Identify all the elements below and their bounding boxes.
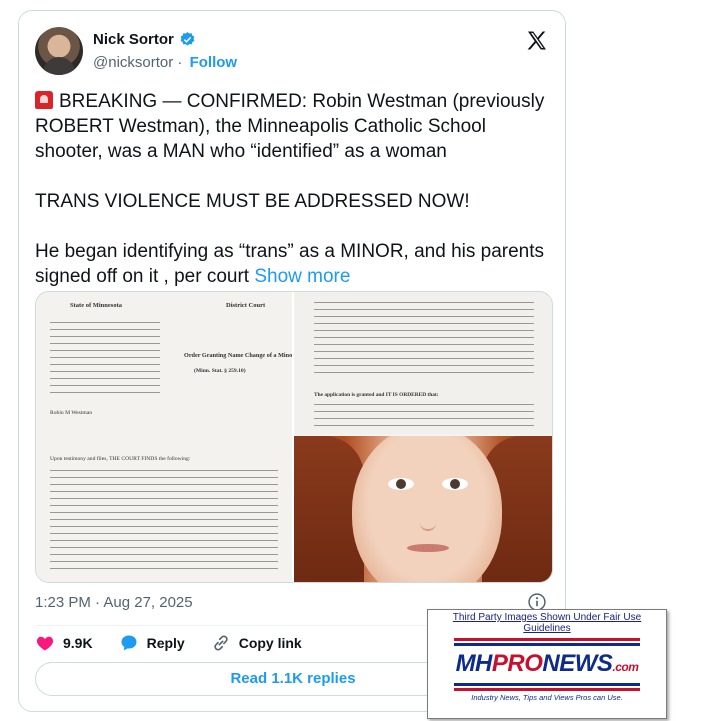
tweet-actions: 9.9K Reply Copy link	[35, 630, 302, 656]
copy-link-label: Copy link	[238, 635, 302, 651]
photo-eye-left	[388, 478, 414, 490]
like-count: 9.9K	[63, 635, 93, 651]
photo-face	[352, 436, 502, 582]
doc-granted: The application is granted and IT IS ORD…	[314, 392, 439, 398]
doc-title: Order Granting Name Change of a Minor	[184, 352, 295, 359]
mhpronews-watermark: Third Party Images Shown Under Fair Use …	[427, 609, 667, 719]
tweet-card: Nick Sortor @nicksortor · Follow BREAKIN…	[18, 10, 566, 712]
x-logo-icon[interactable]	[525, 29, 549, 53]
heart-icon	[36, 636, 54, 651]
doc-statute: (Minn. Stat. § 259.10)	[194, 368, 246, 374]
logo-mh: MH	[455, 650, 493, 677]
logo-com: .com	[612, 660, 639, 674]
show-more-link[interactable]: Show more	[254, 266, 350, 287]
court-document-right[interactable]: The application is granted and IT IS ORD…	[294, 292, 552, 434]
tweet-media[interactable]: State of Minnesota District Court Order …	[35, 291, 553, 583]
watermark-bar-top-2	[454, 643, 640, 646]
doc-court: District Court	[226, 302, 266, 309]
copy-link-button[interactable]: Copy link	[211, 633, 302, 653]
photo-eye-right	[442, 478, 468, 490]
doc-right-lines-2	[314, 404, 534, 432]
tweet-timestamp[interactable]: 1:23 PM · Aug 27, 2025	[35, 594, 193, 611]
reply-label: Reply	[146, 635, 185, 651]
watermark-bar-bottom	[454, 683, 640, 686]
doc-right-lines	[314, 302, 534, 379]
verified-badge-icon	[180, 32, 195, 46]
author-handle-row: @nicksortor · Follow	[93, 54, 237, 71]
photo-nose	[420, 501, 436, 531]
doc-state: State of Minnesota	[70, 302, 122, 309]
author-handle[interactable]: @nicksortor	[93, 54, 173, 71]
watermark-bar-bottom-2	[454, 688, 640, 691]
follow-link[interactable]: Follow	[190, 54, 238, 71]
doc-findings: Upon testimony and files, THE COURT FIND…	[50, 456, 191, 462]
photo-mouth	[407, 544, 449, 552]
watermark-bar-top	[454, 638, 640, 641]
logo-news: NEWS	[542, 650, 613, 677]
id-photo[interactable]	[294, 436, 552, 582]
mhpronews-logo: MHPRONEWS.com	[442, 650, 652, 678]
watermark-caption: Third Party Images Shown Under Fair Use …	[452, 612, 642, 634]
handle-separator: ·	[177, 54, 183, 71]
doc-lines-lower	[50, 470, 278, 575]
court-document-left[interactable]: State of Minnesota District Court Order …	[36, 292, 295, 582]
author-avatar[interactable]	[35, 27, 83, 75]
author-name-row: Nick Sortor	[93, 31, 196, 48]
logo-pro: PRO	[491, 650, 543, 677]
reply-button[interactable]: Reply	[119, 633, 185, 653]
like-button[interactable]: 9.9K	[35, 633, 93, 653]
tweet-body: BREAKING — CONFIRMED: Robin Westman (pre…	[35, 91, 545, 287]
reply-bubble-icon	[121, 635, 137, 651]
watermark-tagline: Industry News, Tips and Views Pros can U…	[471, 693, 623, 702]
link-icon	[214, 635, 228, 651]
siren-emoji-icon	[35, 91, 53, 109]
author-display-name[interactable]: Nick Sortor	[93, 31, 174, 48]
doc-lines-upper	[50, 322, 160, 399]
tweet-text-block: BREAKING — CONFIRMED: Robin Westman (pre…	[35, 89, 555, 289]
doc-minor-name: Robin M Westman	[50, 410, 93, 416]
